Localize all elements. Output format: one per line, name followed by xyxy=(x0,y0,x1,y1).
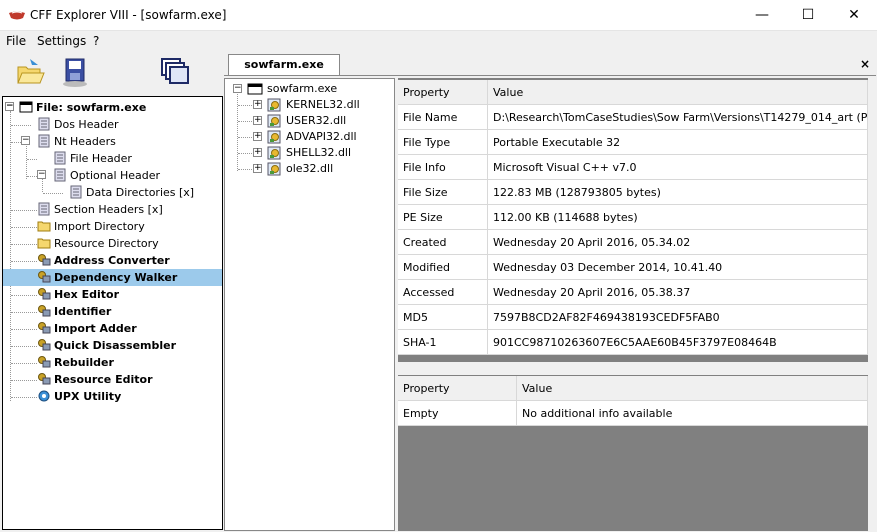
tree-item-section-headers[interactable]: Section Headers [x] xyxy=(3,201,222,218)
column-header-property[interactable]: Property xyxy=(398,376,517,401)
tree-item-file-header[interactable]: File Header xyxy=(3,150,222,167)
module-tree: − sowfarm.exe + KERNEL32.dll + USER32.dl… xyxy=(224,78,395,531)
table-header: Property Value xyxy=(398,80,868,105)
collapse-icon[interactable]: − xyxy=(21,136,30,145)
window-icon xyxy=(247,83,263,95)
dll-icon xyxy=(267,130,281,144)
close-button[interactable]: ✕ xyxy=(831,0,877,31)
minimize-button[interactable]: — xyxy=(739,0,785,31)
window-title: CFF Explorer VIII - [sowfarm.exe] xyxy=(30,8,227,22)
app-icon xyxy=(9,11,25,20)
dll-icon xyxy=(267,162,281,176)
navigation-tree: − File: sowfarm.exe Dos Header − Nt Head… xyxy=(2,96,223,530)
tree-item-resource-directory[interactable]: Resource Directory xyxy=(3,235,222,252)
properties-table: Property Value File Name D:\Research\TomC… xyxy=(398,80,868,357)
title-bar: CFF Explorer VIII - [sowfarm.exe] — ☐ ✕ xyxy=(0,0,877,31)
tool-icon xyxy=(38,254,51,266)
table-header: Property Value xyxy=(398,376,868,401)
column-header-property[interactable]: Property xyxy=(398,80,488,105)
table-row[interactable]: Empty No additional info available xyxy=(398,401,868,426)
struct-icon xyxy=(70,185,82,199)
panel-splitter[interactable] xyxy=(398,362,874,375)
dll-icon xyxy=(267,98,281,112)
tree-item-rebuilder[interactable]: Rebuilder xyxy=(3,354,222,371)
struct-icon xyxy=(38,117,50,131)
tool-icon xyxy=(38,322,51,334)
folder-icon xyxy=(37,221,51,232)
struct-icon xyxy=(54,151,66,165)
struct-icon xyxy=(54,168,66,182)
module-item[interactable]: + USER32.dll xyxy=(225,113,395,129)
tree-item-import-directory[interactable]: Import Directory xyxy=(3,218,222,235)
tab-content: − sowfarm.exe + KERNEL32.dll + USER32.dl… xyxy=(224,75,876,531)
table-row[interactable]: MD5 7597B8CD2AF82F469438193CEDF5FAB0 xyxy=(398,305,868,330)
table-row[interactable]: SHA-1 901CC98710263607E6C5AAE60B45F3797E0… xyxy=(398,330,868,355)
tree-item-data-directories[interactable]: Data Directories [x] xyxy=(3,184,222,201)
struct-icon xyxy=(38,202,50,216)
table-row[interactable]: Modified Wednesday 03 December 2014, 10.4… xyxy=(398,255,868,280)
table-row[interactable]: Created Wednesday 20 April 2016, 05.34.02 xyxy=(398,230,868,255)
tree-item-optional-header[interactable]: − Optional Header xyxy=(3,167,222,184)
tree-item-dos-header[interactable]: Dos Header xyxy=(3,116,222,133)
tree-item-quick-disassembler[interactable]: Quick Disassembler xyxy=(3,337,222,354)
menu-help[interactable]: ? xyxy=(93,34,99,48)
struct-icon xyxy=(38,134,50,148)
tool-icon xyxy=(38,271,51,283)
windows-icon[interactable] xyxy=(158,55,192,89)
collapse-icon[interactable]: − xyxy=(5,102,14,111)
column-header-value[interactable]: Value xyxy=(517,376,868,401)
tree-root-file[interactable]: − File: sowfarm.exe xyxy=(3,99,222,116)
module-item[interactable]: + ADVAPI32.dll xyxy=(225,129,395,145)
module-item[interactable]: + KERNEL32.dll xyxy=(225,97,395,113)
table-row[interactable]: File Info Microsoft Visual C++ v7.0 xyxy=(398,155,868,180)
module-item[interactable]: + ole32.dll xyxy=(225,161,395,177)
expand-icon[interactable]: + xyxy=(253,148,262,157)
table-row[interactable]: PE Size 112.00 KB (114688 bytes) xyxy=(398,205,868,230)
tab-strip: sowfarm.exe × xyxy=(224,54,877,75)
tab-sowfarm[interactable]: sowfarm.exe xyxy=(228,54,340,75)
expand-icon[interactable]: + xyxy=(253,164,262,173)
tool-icon xyxy=(38,373,51,385)
save-file-icon[interactable] xyxy=(58,55,92,89)
tree-item-upx-utility[interactable]: UPX Utility xyxy=(3,388,222,405)
tree-item-resource-editor[interactable]: Resource Editor xyxy=(3,371,222,388)
tree-item-identifier[interactable]: Identifier xyxy=(3,303,222,320)
table-row[interactable]: Accessed Wednesday 20 April 2016, 05.38.3… xyxy=(398,280,868,305)
table-row[interactable]: File Name D:\Research\TomCaseStudies\Sow … xyxy=(398,105,868,130)
tree-item-address-converter[interactable]: Address Converter xyxy=(3,252,222,269)
tool-icon xyxy=(38,356,51,368)
expand-icon[interactable]: + xyxy=(253,132,262,141)
scrollbar[interactable] xyxy=(868,78,874,531)
module-root[interactable]: − sowfarm.exe xyxy=(225,81,395,97)
table-row[interactable]: File Size 122.83 MB (128793805 bytes) xyxy=(398,180,868,205)
details-area: Property Value File Name D:\Research\TomC… xyxy=(398,78,874,531)
menu-settings[interactable]: Settings xyxy=(37,34,86,48)
folder-icon xyxy=(37,238,51,249)
close-tab-icon[interactable]: × xyxy=(860,57,870,71)
window-icon xyxy=(19,101,33,113)
dll-icon xyxy=(267,114,281,128)
tree-item-hex-editor[interactable]: Hex Editor xyxy=(3,286,222,303)
tree-item-nt-headers[interactable]: − Nt Headers xyxy=(3,133,222,150)
menu-file[interactable]: File xyxy=(6,34,26,48)
dll-icon xyxy=(267,146,281,160)
tool-icon xyxy=(38,288,51,300)
module-item[interactable]: + SHELL32.dll xyxy=(225,145,395,161)
tool-icon xyxy=(38,305,51,317)
menu-bar: File Settings ? xyxy=(0,31,877,51)
expand-icon[interactable]: + xyxy=(253,116,262,125)
gear-icon xyxy=(38,390,50,402)
tree-item-import-adder[interactable]: Import Adder xyxy=(3,320,222,337)
expand-icon[interactable]: + xyxy=(253,100,262,109)
info-table: Property Value Empty No additional info a… xyxy=(398,376,868,531)
collapse-icon[interactable]: − xyxy=(233,84,242,93)
tool-icon xyxy=(38,339,51,351)
maximize-button[interactable]: ☐ xyxy=(785,0,831,31)
collapse-icon[interactable]: − xyxy=(37,170,46,179)
column-header-value[interactable]: Value xyxy=(488,80,868,105)
open-file-icon[interactable] xyxy=(12,55,46,89)
tree-item-dependency-walker[interactable]: Dependency Walker xyxy=(3,269,222,286)
table-row[interactable]: File Type Portable Executable 32 xyxy=(398,130,868,155)
